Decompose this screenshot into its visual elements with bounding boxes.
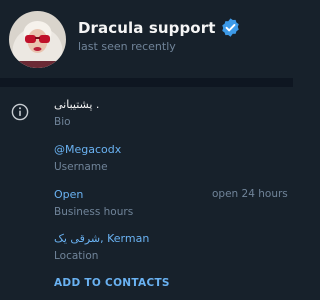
verified-badge-icon: [222, 18, 240, 37]
avatar[interactable]: [9, 11, 66, 68]
info-icon: [11, 103, 29, 121]
profile-name: Dracula support: [78, 18, 216, 37]
bio-value: پشتیبانی .: [54, 98, 100, 111]
business-hours-field[interactable]: Open Business hours: [54, 188, 133, 219]
section-divider: [0, 78, 293, 87]
add-to-contacts-button[interactable]: ADD TO CONTACTS: [54, 277, 170, 289]
business-hours-label: Business hours: [54, 206, 134, 218]
location-field[interactable]: شرقی یک, Kerman Location: [54, 232, 149, 263]
business-hours-extra: open 24 hours: [212, 188, 288, 200]
username-field[interactable]: @Megacodx Username: [54, 143, 121, 174]
business-hours-value[interactable]: Open: [54, 188, 133, 202]
location-value[interactable]: شرقی یک, Kerman: [54, 232, 149, 246]
bio-field[interactable]: پشتیبانی . Bio: [54, 98, 99, 129]
bio-label: Bio: [54, 116, 71, 128]
profile-name-row: Dracula support: [78, 17, 241, 38]
username-value[interactable]: @Megacodx: [54, 143, 121, 157]
username-label: Username: [54, 161, 108, 173]
last-seen-status: last seen recently: [78, 40, 176, 53]
location-label: Location: [54, 250, 99, 262]
profile-header: Dracula support last seen recently: [0, 0, 293, 78]
